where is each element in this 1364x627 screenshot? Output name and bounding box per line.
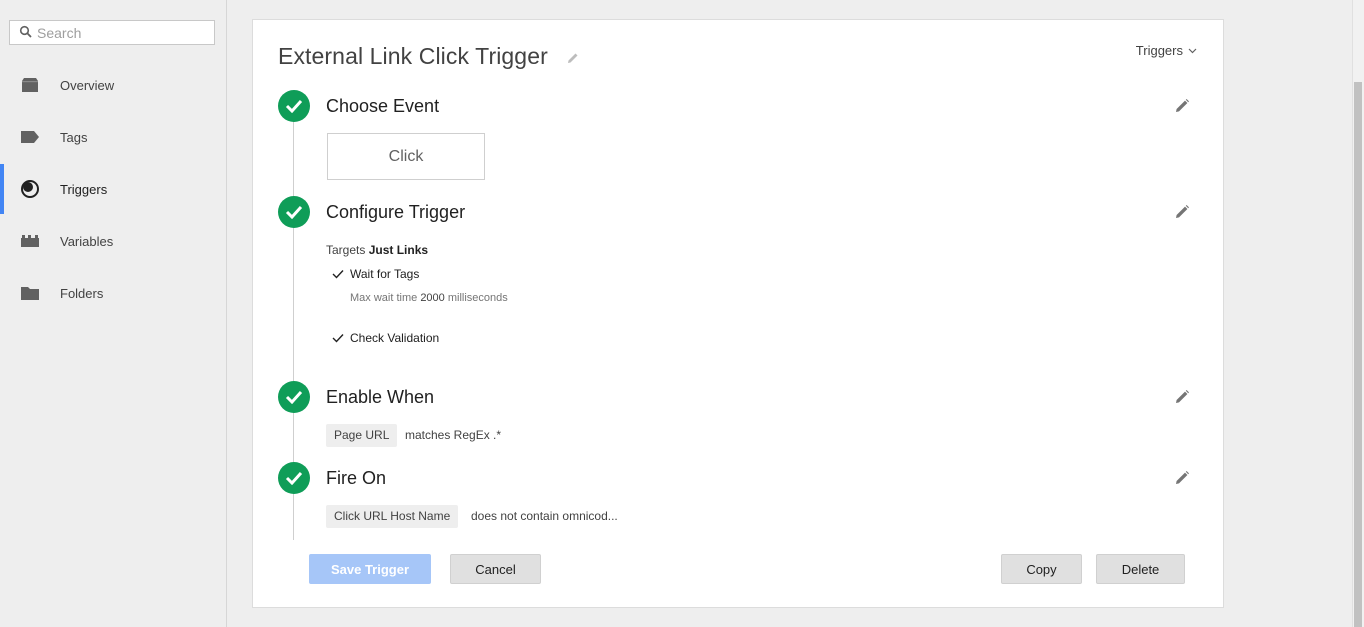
sidebar: Overview Tags Triggers Variables Folders	[0, 0, 227, 627]
max-wait-unit: milliseconds	[447, 292, 508, 304]
triggers-dropdown-label: Triggers	[1135, 43, 1183, 58]
condition-text: does not contain omnicod...	[471, 509, 618, 523]
page-title: External Link Click Trigger	[278, 43, 548, 69]
sidebar-item-overview[interactable]: Overview	[0, 60, 226, 110]
sidebar-item-label: Variables	[60, 233, 114, 249]
targets-prefix: Targets	[326, 243, 366, 257]
check-validation-row: Check Validation	[332, 331, 439, 345]
tag-icon	[20, 127, 40, 147]
wait-for-tags-row: Wait for Tags	[332, 267, 419, 281]
max-wait-value: 2000	[420, 292, 445, 304]
sidebar-item-label: Folders	[60, 285, 104, 301]
search-box[interactable]	[9, 20, 215, 45]
chevron-down-icon	[1188, 48, 1197, 53]
edit-title-icon[interactable]	[566, 51, 580, 65]
edit-icon[interactable]	[1174, 204, 1190, 220]
variables-icon	[20, 231, 40, 251]
sidebar-item-tags[interactable]: Tags	[0, 112, 226, 162]
step-complete-icon	[278, 90, 310, 122]
sidebar-item-variables[interactable]: Variables	[0, 216, 226, 266]
sidebar-item-label: Tags	[60, 129, 88, 145]
triggers-dropdown[interactable]: Triggers	[1136, 43, 1197, 58]
step-title-choose-event: Choose Event	[326, 96, 440, 116]
save-trigger-button[interactable]: Save Trigger	[309, 554, 431, 584]
step-complete-icon	[278, 196, 310, 228]
search-icon	[19, 25, 32, 38]
sidebar-item-label: Overview	[60, 77, 115, 93]
step-complete-icon	[278, 381, 310, 413]
sidebar-item-folders[interactable]: Folders	[0, 268, 226, 318]
targets-text: Targets Just Links	[326, 243, 428, 257]
overview-icon	[20, 75, 40, 95]
wait-for-tags-label: Wait for Tags	[350, 267, 420, 281]
variable-chip: Page URL	[326, 424, 398, 447]
trigger-editor-panel: External Link Click Trigger Triggers Cho…	[252, 19, 1224, 608]
sidebar-item-label: Triggers	[60, 181, 108, 197]
edit-icon[interactable]	[1174, 98, 1190, 114]
edit-icon[interactable]	[1174, 470, 1190, 486]
checkmark-icon	[332, 334, 344, 343]
delete-button[interactable]: Delete	[1096, 554, 1185, 584]
check-validation-label: Check Validation	[350, 331, 440, 345]
variable-chip: Click URL Host Name	[326, 505, 459, 528]
step-complete-icon	[278, 462, 310, 494]
copy-button[interactable]: Copy	[1001, 554, 1082, 584]
folder-icon	[20, 283, 40, 303]
step-title-enable-when: Enable When	[326, 387, 435, 407]
cancel-button[interactable]: Cancel	[450, 554, 541, 584]
trigger-icon	[20, 179, 40, 199]
targets-value: Just Links	[368, 243, 429, 257]
step-title-fire-on: Fire On	[326, 468, 387, 488]
max-wait-prefix: Max wait time	[350, 292, 418, 304]
checkmark-icon	[332, 270, 344, 279]
sidebar-item-triggers[interactable]: Triggers	[0, 164, 226, 214]
edit-icon[interactable]	[1174, 389, 1190, 405]
condition-text: matches RegEx .*	[405, 428, 502, 442]
step-title-configure-trigger: Configure Trigger	[326, 202, 466, 222]
event-type-card[interactable]: Click	[327, 133, 485, 180]
search-input[interactable]	[37, 23, 207, 42]
scrollbar-thumb[interactable]	[1354, 82, 1362, 627]
max-wait-text: Max wait time 2000 milliseconds	[350, 292, 508, 304]
